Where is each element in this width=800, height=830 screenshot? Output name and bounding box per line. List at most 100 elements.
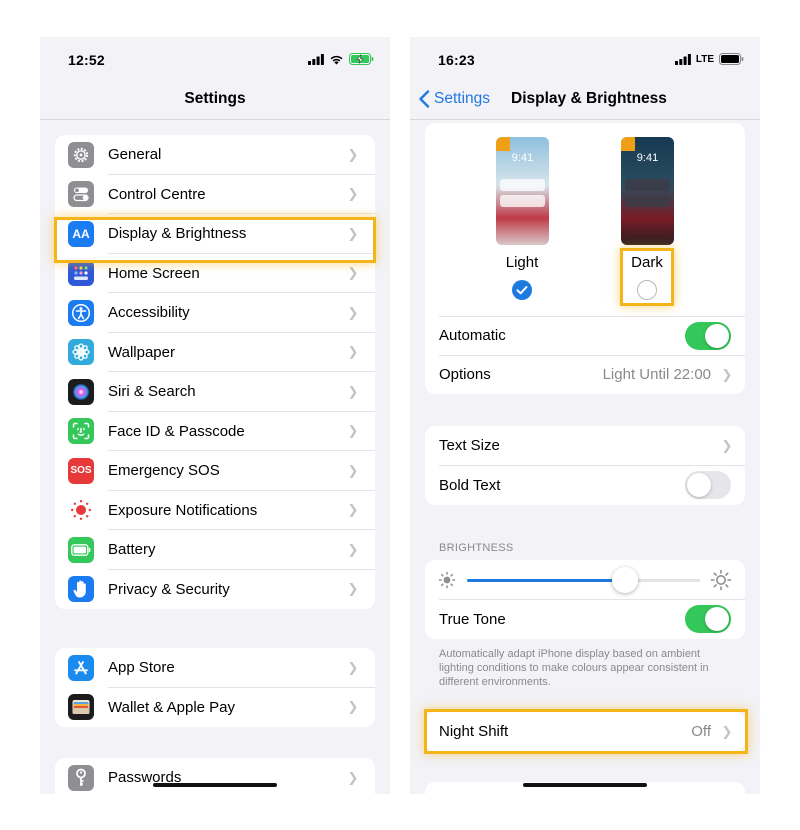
settings-row-privacy-security[interactable]: Privacy & Security ❯ <box>55 570 375 610</box>
home-indicator[interactable] <box>523 783 647 787</box>
chevron-right-icon: ❯ <box>347 344 359 360</box>
chevron-right-icon: ❯ <box>347 186 359 202</box>
options-row[interactable]: Options Light Until 22:00 ❯ <box>425 355 745 394</box>
status-time: 12:52 <box>68 52 105 68</box>
gear-icon <box>68 141 94 168</box>
home-indicator[interactable] <box>153 783 277 787</box>
light-mode-preview[interactable]: 9:41 <box>496 137 549 245</box>
settings-row-app-store[interactable]: App Store ❯ <box>55 648 375 688</box>
brightness-section-header: BRIGHTNESS <box>439 542 514 554</box>
status-bar: 12:52 <box>40 37 390 83</box>
light-mode-radio[interactable] <box>512 280 532 300</box>
nav-divider <box>40 119 390 120</box>
row-label: Wallpaper <box>108 343 175 361</box>
back-label: Settings <box>434 90 491 107</box>
settings-group-apps: App Store ❯ Wallet & Apple Pay ❯ <box>55 648 375 727</box>
text-size-label: Text Size <box>439 437 500 455</box>
text-size-row[interactable]: Text Size ❯ <box>425 426 745 466</box>
bold-text-toggle[interactable] <box>685 471 731 500</box>
page-title: Settings <box>184 90 246 107</box>
preview-time: 9:41 <box>636 152 659 164</box>
wallet-icon <box>68 694 94 721</box>
network-type: LTE <box>695 53 714 65</box>
row-label: Exposure Notifications <box>108 501 258 519</box>
row-label: Face ID & Passcode <box>108 422 245 440</box>
accessibility-icon <box>68 299 94 326</box>
preview-widget <box>621 137 635 151</box>
settings-row-accessibility[interactable]: Accessibility ❯ <box>55 293 375 333</box>
row-label: Siri & Search <box>108 383 196 401</box>
display-brightness-screen: 16:23 LTE Settings Display & Brightness … <box>410 37 760 794</box>
chevron-right-icon: ❯ <box>347 462 359 478</box>
bold-text-label: Bold Text <box>439 476 501 494</box>
grid-icon <box>68 260 94 287</box>
status-icons <box>308 53 374 65</box>
row-label: Accessibility <box>108 304 190 322</box>
sun-small-icon <box>438 571 456 588</box>
battery-icon <box>719 53 744 65</box>
chevron-right-icon: ❯ <box>347 502 359 518</box>
settings-row-battery[interactable]: Battery ❯ <box>55 530 375 570</box>
row-label: Control Centre <box>108 185 206 203</box>
icon-text: SOS <box>70 465 92 477</box>
nav-divider <box>410 119 760 120</box>
dark-mode-preview[interactable]: 9:41 <box>621 137 674 245</box>
row-label: Emergency SOS <box>108 462 220 480</box>
settings-row-passwords[interactable]: Passwords ❯ <box>55 758 375 794</box>
battery-icon <box>68 536 94 563</box>
row-label: General <box>108 146 162 164</box>
chevron-right-icon: ❯ <box>347 383 359 399</box>
row-label: Battery <box>108 541 156 559</box>
brightness-slider[interactable] <box>467 566 700 594</box>
preview-widget <box>496 137 510 151</box>
preview-time: 9:41 <box>511 152 534 164</box>
settings-row-face-id[interactable]: Face ID & Passcode ❯ <box>55 412 375 451</box>
signal-icon <box>674 53 691 65</box>
settings-row-general[interactable]: General ❯ <box>55 135 375 175</box>
back-button[interactable]: Settings <box>418 90 490 108</box>
settings-row-control-centre[interactable]: Control Centre ❯ <box>55 175 375 214</box>
toggles-icon <box>68 181 94 208</box>
settings-row-emergency-sos[interactable]: SOS Emergency SOS ❯ <box>55 451 375 491</box>
automatic-toggle[interactable] <box>685 321 731 350</box>
chevron-right-icon: ❯ <box>347 423 359 439</box>
row-label: Wallet & Apple Pay <box>108 698 236 716</box>
row-label: Home Screen <box>108 264 200 282</box>
slider-thumb[interactable] <box>611 566 638 593</box>
chevron-right-icon: ❯ <box>347 541 359 557</box>
status-time: 16:23 <box>438 52 475 68</box>
settings-group-system: General ❯ Control Centre ❯ AA Display & … <box>55 135 375 609</box>
row-label: Privacy & Security <box>108 580 230 598</box>
settings-row-wallet[interactable]: Wallet & Apple Pay ❯ <box>55 688 375 728</box>
key-icon <box>68 764 94 791</box>
automatic-row: Automatic <box>425 316 745 356</box>
text-group: Text Size ❯ Bold Text <box>425 426 745 505</box>
face-id-icon <box>68 418 94 445</box>
options-label: Options <box>439 366 491 384</box>
automatic-label: Automatic <box>439 327 506 345</box>
battery-charging-icon <box>349 53 374 65</box>
settings-group-accounts: Passwords ❯ <box>55 758 375 794</box>
highlight-display-brightness <box>54 217 376 263</box>
settings-row-wallpaper[interactable]: Wallpaper ❯ <box>55 333 375 372</box>
brightness-slider-row <box>425 560 745 600</box>
settings-row-siri-search[interactable]: Siri & Search ❯ <box>55 372 375 412</box>
hand-icon <box>68 576 94 603</box>
true-tone-toggle[interactable] <box>685 605 731 634</box>
sun-large-icon <box>710 569 732 591</box>
checkmark-icon <box>516 286 528 295</box>
chevron-right-icon: ❯ <box>347 769 359 785</box>
chevron-right-icon: ❯ <box>347 146 359 162</box>
status-icons: LTE <box>674 53 744 65</box>
light-mode-label: Light <box>505 254 539 271</box>
settings-row-exposure-notifications[interactable]: Exposure Notifications ❯ <box>55 491 375 530</box>
settings-screen: 12:52 Settings General ❯ Control Centre … <box>40 37 390 794</box>
highlight-night-shift <box>424 709 748 754</box>
chevron-right-icon: ❯ <box>721 437 733 453</box>
highlight-dark-mode <box>620 248 674 306</box>
chevron-right-icon: ❯ <box>347 265 359 281</box>
true-tone-label: True Tone <box>439 610 506 628</box>
flower-icon <box>68 339 94 366</box>
toggle-knob <box>687 473 711 498</box>
sos-icon: SOS <box>68 457 94 484</box>
